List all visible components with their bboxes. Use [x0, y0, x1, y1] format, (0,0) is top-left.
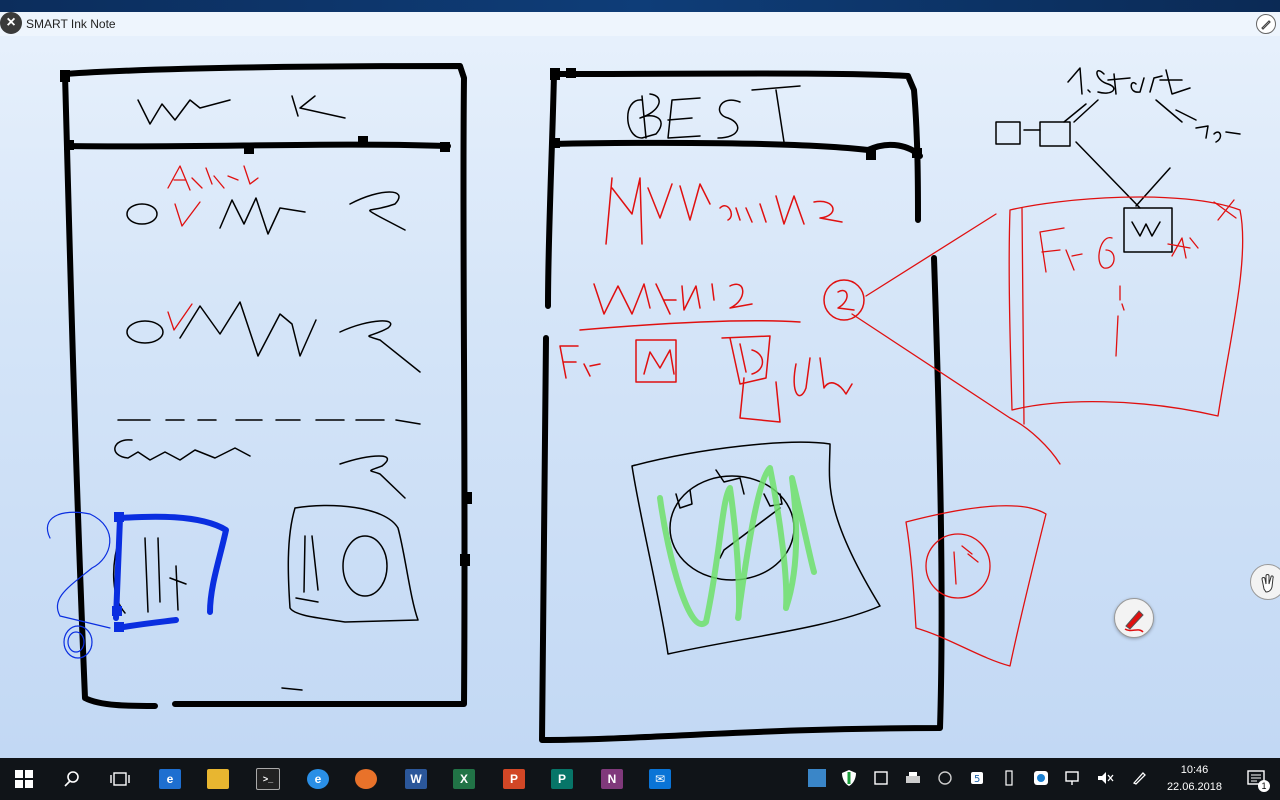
- blue-ink: [46, 511, 229, 659]
- right-diagram-ink: [995, 67, 1241, 253]
- clock[interactable]: 10:46 22.06.2018: [1167, 762, 1222, 796]
- edge-icon: e: [159, 769, 181, 789]
- console-icon: >_: [256, 768, 280, 790]
- task-view-button[interactable]: [96, 758, 144, 800]
- pan-hand-button[interactable]: [1250, 564, 1280, 600]
- clock-date: 22.06.2018: [1166, 781, 1222, 793]
- search-button[interactable]: [48, 758, 96, 800]
- clock-time: 10:46: [1180, 764, 1209, 776]
- notification-count: 1: [1258, 780, 1270, 792]
- window-title: SMART Ink Note: [26, 17, 116, 31]
- edge-button[interactable]: e: [146, 758, 194, 800]
- start-button[interactable]: [0, 758, 48, 800]
- middle-panel-ink: [627, 85, 881, 655]
- display-icon[interactable]: [872, 769, 890, 787]
- sync-icon[interactable]: 5: [968, 769, 986, 787]
- svg-text:5: 5: [974, 774, 980, 785]
- right-red-ink: [851, 196, 1244, 667]
- taskbar: e >_ e W X P P N ✉ 5 10:46 22.06.2018 1: [0, 758, 1280, 800]
- printer-icon[interactable]: [904, 769, 922, 787]
- pen-ink-icon[interactable]: [1130, 769, 1148, 787]
- smart-ink-note-window: × SMART Ink Note: [0, 12, 1280, 758]
- smart-board-icon[interactable]: [1032, 769, 1050, 787]
- close-button[interactable]: ×: [0, 12, 22, 34]
- onenote-button[interactable]: N: [588, 758, 636, 800]
- mail-button[interactable]: ✉: [636, 758, 684, 800]
- firefox-button[interactable]: [342, 758, 390, 800]
- network-icon[interactable]: [1064, 769, 1082, 787]
- publisher-button[interactable]: P: [538, 758, 586, 800]
- red-marker-button[interactable]: [1114, 598, 1154, 638]
- pen-settings-button[interactable]: [1256, 14, 1276, 34]
- command-prompt-button[interactable]: >_: [244, 758, 292, 800]
- network-drive-icon[interactable]: [936, 769, 954, 787]
- firefox-icon: [355, 769, 377, 789]
- word-icon: W: [405, 769, 427, 789]
- powerpoint-icon: P: [503, 769, 525, 789]
- left-red-ink: [167, 165, 259, 331]
- ink-drawing: [46, 63, 1244, 743]
- folder-icon: [207, 769, 229, 789]
- left-panel-ink: [112, 95, 421, 691]
- windows-logo-icon: [15, 770, 33, 788]
- middle-red-ink: [559, 177, 865, 423]
- action-center-button[interactable]: 1: [1246, 768, 1270, 792]
- word-button[interactable]: W: [392, 758, 440, 800]
- internet-explorer-button[interactable]: e: [294, 758, 342, 800]
- excel-icon: X: [453, 769, 475, 789]
- defender-shield-icon[interactable]: [840, 769, 858, 787]
- desktop-background: [0, 0, 1280, 12]
- task-view-icon: [110, 772, 130, 786]
- mail-icon: ✉: [649, 769, 671, 789]
- file-explorer-button[interactable]: [194, 758, 242, 800]
- pen-icon: [1261, 20, 1271, 30]
- powerpoint-button[interactable]: P: [490, 758, 538, 800]
- marker-icon: [1124, 610, 1144, 633]
- title-bar: × SMART Ink Note: [0, 12, 1280, 36]
- publisher-icon: P: [551, 769, 573, 789]
- excel-button[interactable]: X: [440, 758, 488, 800]
- search-icon: [64, 771, 79, 787]
- volume-muted-icon[interactable]: [1096, 769, 1114, 787]
- internet-explorer-icon: e: [307, 769, 329, 789]
- onenote-icon: N: [601, 769, 623, 789]
- left-frame-strokes: [62, 63, 468, 709]
- ink-canvas[interactable]: [0, 38, 1280, 758]
- hand-icon: [1261, 574, 1274, 593]
- tray-app-icon[interactable]: [808, 769, 826, 787]
- usb-icon[interactable]: [1000, 769, 1018, 787]
